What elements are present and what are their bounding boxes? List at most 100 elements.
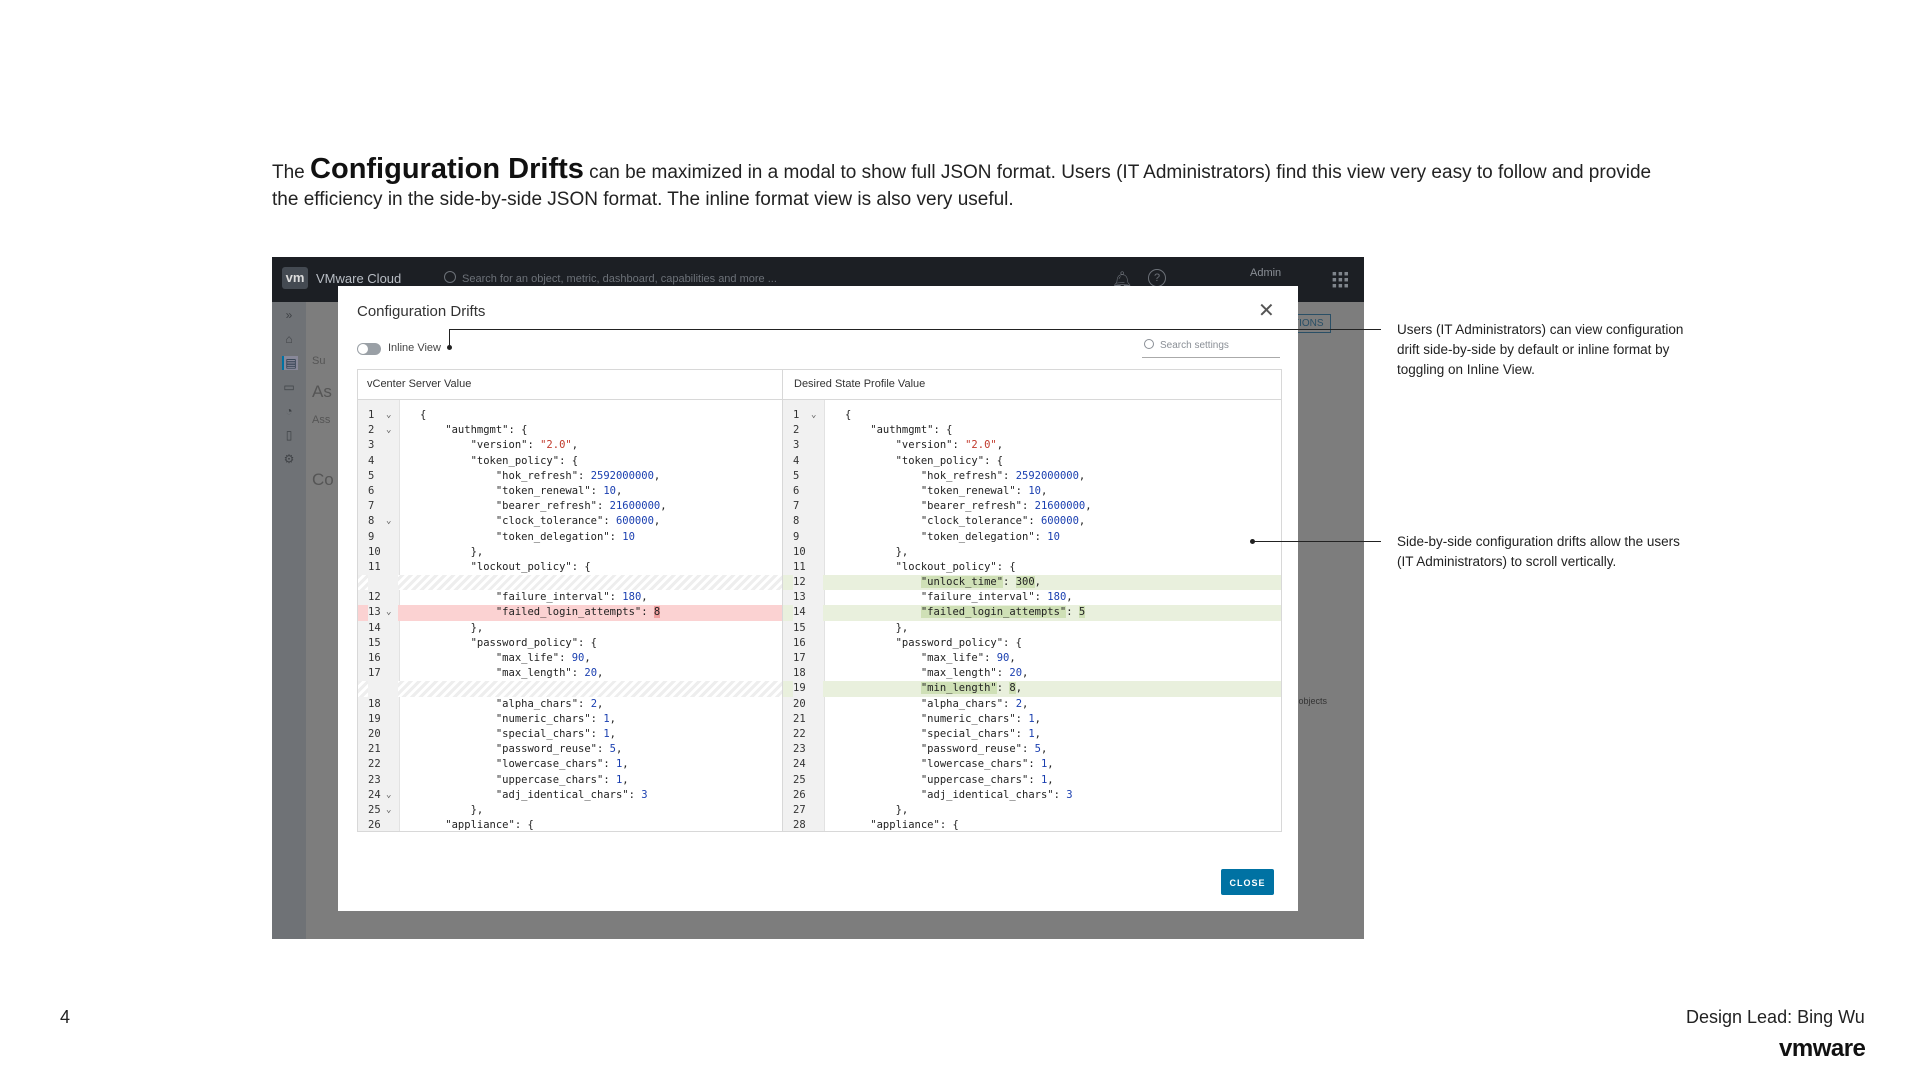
code-text: "numeric_chars": 1, — [420, 712, 616, 725]
code-text: "token_renewal": 10, — [845, 484, 1048, 497]
settings-search-input[interactable]: Search settings — [1142, 339, 1280, 358]
settings-icon[interactable]: ⚙ — [282, 452, 296, 466]
line-number — [368, 575, 398, 591]
fold-chevron-icon[interactable]: ⌄ — [811, 408, 816, 423]
left-code-line: 21 "password_reuse": 5, — [358, 742, 782, 757]
right-code-line: 26 "adj_identical_chars": 3 — [783, 788, 1281, 803]
document-icon[interactable]: ▯ — [282, 428, 296, 442]
left-code-line: 19 "numeric_chars": 1, — [358, 712, 782, 727]
line-number: 17 — [793, 652, 806, 664]
line-number: 18 — [793, 667, 806, 680]
desired-state-pane[interactable]: Desired State Profile Value 1 ⌄ {2 "authmg… — [783, 370, 1281, 831]
code-text: "password_policy": { — [845, 636, 1023, 649]
line-number: 7 — [793, 500, 800, 513]
code-text: "max_length": 20, — [845, 667, 1029, 680]
code-text: "version": "2.0", — [420, 439, 579, 452]
code-text: "authmgmt": { — [845, 424, 953, 437]
code-text: }, — [420, 621, 484, 634]
line-number: 21 — [793, 712, 806, 725]
right-code-line: 14 "failed_login_attempts": 5 — [783, 605, 1281, 621]
right-code-line: 7 "bearer_refresh": 21600000, — [783, 499, 1281, 514]
right-code-line: 21 "numeric_chars": 1, — [783, 712, 1281, 727]
dashboard-icon[interactable]: ▭ — [282, 380, 296, 394]
left-code-line: 3 "version": "2.0", — [358, 438, 782, 453]
code-text: "failed_login_attempts": 5 — [920, 606, 1086, 619]
code-text: "alpha_chars": 2, — [420, 697, 604, 710]
left-code-line: 9 "token_delegation": 10 — [358, 530, 782, 545]
inline-view-toggle[interactable] — [357, 343, 381, 355]
app-screenshot: vm VMware Cloud Search for an object, me… — [272, 257, 1364, 939]
modal-title: Configuration Drifts — [357, 303, 486, 320]
inline-view-label: Inline View — [388, 342, 441, 354]
vmware-logo: vmware — [1779, 1035, 1866, 1062]
fold-chevron-icon[interactable]: ⌄ — [386, 605, 391, 620]
fold-chevron-icon[interactable]: ⌄ — [386, 408, 391, 423]
line-number: 5 — [793, 469, 800, 482]
line-number: 16 — [368, 652, 381, 664]
fold-chevron-icon[interactable]: ⌄ — [386, 514, 391, 529]
code-text: "alpha_chars": 2, — [845, 697, 1029, 710]
left-code-line: 6 "token_renewal": 10, — [358, 484, 782, 499]
code-text: }, — [845, 621, 909, 634]
code-text: "uppercase_chars": 1, — [845, 773, 1054, 786]
fold-chevron-icon[interactable]: ⌄ — [386, 423, 391, 438]
inventory-icon[interactable]: ▤ — [282, 356, 298, 370]
line-number: 8 — [793, 515, 800, 528]
line-number: 4 — [368, 454, 375, 467]
code-text: "failed_login_attempts": 8 — [420, 606, 661, 619]
vcenter-value-pane[interactable]: vCenter Server Value 1 ⌄ {2 ⌄ "authmgmt": {… — [358, 370, 783, 831]
gauge-icon[interactable]: ◔ — [282, 404, 296, 418]
right-code-line: 4 "token_policy": { — [783, 454, 1281, 469]
line-number: 17 — [368, 667, 381, 680]
line-number: 16 — [793, 636, 806, 649]
line-number: 4 — [793, 454, 800, 467]
code-text: "max_life": 90, — [845, 652, 1016, 664]
global-search[interactable]: Search for an object, metric, dashboard,… — [444, 271, 777, 285]
right-pane-header: Desired State Profile Value — [783, 370, 1281, 400]
fold-chevron-icon[interactable]: ⌄ — [386, 788, 391, 803]
right-code-line: 17 "max_life": 90, — [783, 651, 1281, 666]
right-code-line: 18 "max_length": 20, — [783, 666, 1281, 681]
close-icon[interactable]: ✕ — [1258, 298, 1275, 323]
code-text: "appliance": { — [420, 819, 534, 831]
app-sidebar: » ⌂ ▤ ▭ ◔ ▯ ⚙ — [272, 302, 306, 939]
right-code-line: 3 "version": "2.0", — [783, 438, 1281, 453]
help-icon[interactable]: ? — [1148, 269, 1166, 287]
toggle-annotation: Users (IT Administrators) can view confi… — [1397, 322, 1684, 377]
user-menu[interactable]: Admin — [1250, 267, 1281, 279]
left-code-line: 26 "appliance": { — [358, 818, 782, 831]
code-text: }, — [845, 803, 909, 816]
line-number: 25 — [368, 803, 381, 816]
code-text: "max_life": 90, — [420, 652, 591, 664]
left-code-line: 14 }, — [358, 621, 782, 636]
apps-grid-icon[interactable]: ▪▪▪ ▪▪▪ ▪▪▪ — [1332, 266, 1350, 292]
user-name: Admin — [1250, 267, 1282, 279]
left-code-line: 23 "uppercase_chars": 1, — [358, 773, 782, 788]
left-code-line: 12 "failure_interval": 180, — [358, 590, 782, 605]
left-code-line: 17 "max_length": 20, — [358, 666, 782, 681]
home-icon[interactable]: ⌂ — [282, 332, 296, 346]
code-text: }, — [845, 545, 909, 558]
code-text: "unlock_time": 300, — [920, 576, 1041, 589]
product-name: VMware Cloud — [316, 271, 402, 286]
right-code-line: 24 "lowercase_chars": 1, — [783, 757, 1281, 772]
leader-line-vertical — [449, 329, 450, 347]
line-number: 8 — [368, 515, 375, 528]
line-number: 23 — [793, 743, 806, 756]
line-number: 24 — [793, 758, 806, 771]
expand-icon[interactable]: » — [282, 308, 296, 322]
vm-logo: vm — [282, 267, 308, 289]
line-number: 3 — [793, 439, 800, 452]
left-code-line: 25 ⌄ }, — [358, 803, 782, 818]
leader-line-scroll — [1253, 541, 1381, 542]
line-number: 9 — [368, 530, 375, 543]
right-code-line: 16 "password_policy": { — [783, 636, 1281, 651]
close-button[interactable]: CLOSE — [1221, 869, 1274, 895]
code-text: "special_chars": 1, — [845, 727, 1041, 740]
code-text: "bearer_refresh": 21600000, — [420, 500, 667, 513]
bg-label-3: Ass — [312, 414, 331, 426]
search-icon — [444, 271, 456, 283]
left-code-line: 15 "password_policy": { — [358, 636, 782, 651]
toggle-knob — [358, 344, 368, 354]
fold-chevron-icon[interactable]: ⌄ — [386, 803, 391, 818]
